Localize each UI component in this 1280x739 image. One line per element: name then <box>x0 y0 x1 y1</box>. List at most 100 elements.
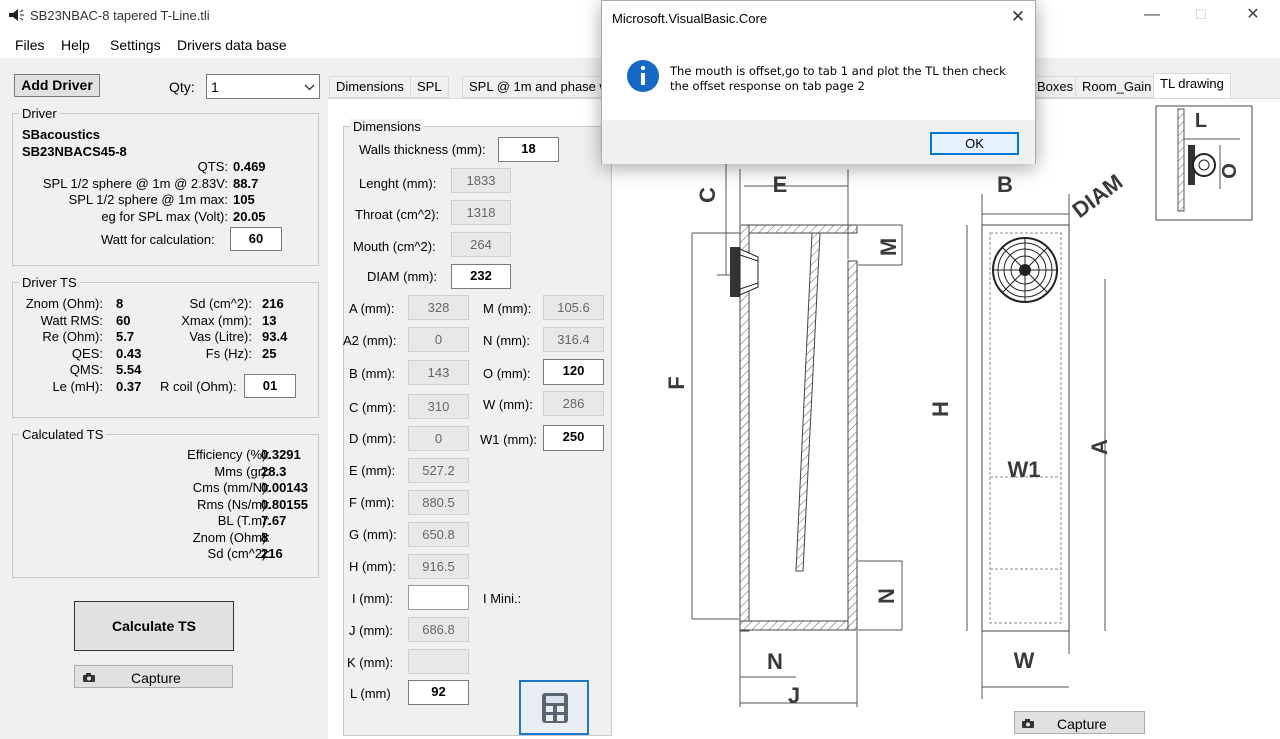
dim-k-label: K (mm): <box>347 655 394 670</box>
ts-row: Xmax (mm): 13 <box>150 313 276 330</box>
calculated-ts-group-title: Calculated TS <box>19 427 107 442</box>
qty-value: 1 <box>211 79 219 95</box>
dim-m-field: 105.6 <box>543 295 604 320</box>
tab-tl-drawing[interactable]: TL drawing <box>1153 73 1231 99</box>
calc-value: 7.67 <box>261 513 287 528</box>
tab-dimensions[interactable]: Dimensions <box>329 76 411 98</box>
ts-label: Re (Ohm): <box>42 329 103 344</box>
ts-label: Sd (cm^2): <box>189 296 252 311</box>
minimize-icon[interactable]: — <box>1137 4 1167 26</box>
dim-w1-input[interactable]: 250 <box>543 425 604 451</box>
dim-n-field: 316.4 <box>543 327 604 352</box>
calc-value: 0.00143 <box>261 480 308 495</box>
ts-row: Le (mH): 0.37 <box>20 378 141 396</box>
tab-room-gain[interactable]: Room_Gain <box>1075 76 1159 98</box>
dim-n-label: N (mm): <box>483 333 530 348</box>
dim-j-label: J (mm): <box>349 623 394 638</box>
menu-drivers-database[interactable]: Drivers data base <box>177 37 287 53</box>
ts-label: Le (mH): <box>52 378 103 394</box>
ts-row: Watt RMS: 60 <box>20 313 131 330</box>
calc-label: Cms (mm/N): <box>192 480 270 495</box>
dim-k-field <box>408 649 469 674</box>
dim-l-input[interactable]: 92 <box>408 680 469 705</box>
capture-label: Capture <box>1057 716 1107 732</box>
dialog-message-line1: The mouth is offset,go to tab 1 and plot… <box>670 64 1006 78</box>
window-title: SB23NBAC-8 tapered T-Line.tli <box>30 8 210 23</box>
calc-row: Mms (gr): 28.3 <box>20 464 310 481</box>
dim-j-field: 686.8 <box>408 617 469 642</box>
throat-field: 1318 <box>451 200 511 225</box>
throat-label: Throat (cm^2): <box>355 207 440 222</box>
calculate-ts-button[interactable]: Calculate TS <box>74 601 234 651</box>
capture-button-drawing[interactable]: Capture <box>1014 711 1145 734</box>
label-j: J <box>788 683 800 708</box>
ts-row: QES: 0.43 <box>20 345 141 363</box>
calc-row: BL (T.m): 7.67 <box>20 513 310 530</box>
dim-b-field: 143 <box>408 360 469 385</box>
dialog-close-icon[interactable]: ✕ <box>1006 6 1030 28</box>
dim-h-field: 916.5 <box>408 554 469 579</box>
mouth-label: Mouth (cm^2): <box>353 239 436 254</box>
ts-row: QMS: 5.54 <box>20 362 142 379</box>
tl-drawing: C E M F N N J B DIAM H A W1 W L O <box>664 105 1253 708</box>
menu-files[interactable]: Files <box>15 37 45 53</box>
ts-label: Znom (Ohm): <box>25 296 103 311</box>
tab-spl[interactable]: SPL <box>410 76 449 98</box>
add-driver-button[interactable]: Add Driver <box>14 74 100 97</box>
driver-group-title: Driver <box>19 106 60 121</box>
dim-o-input[interactable]: 120 <box>543 359 604 385</box>
watt-input[interactable]: 60 <box>230 227 282 251</box>
qty-select[interactable]: 1 <box>206 74 320 99</box>
dim-e-field: 527.2 <box>408 458 469 483</box>
dim-o-label: O (mm): <box>483 366 531 381</box>
ts-value: 0.43 <box>116 345 142 361</box>
spec-row: SPL 1/2 sphere @ 1m @ 2.83V: 88.7 <box>20 176 280 193</box>
dim-e-label: E (mm): <box>349 463 396 478</box>
capture-button-left[interactable]: Capture <box>74 665 233 688</box>
tab-spl-phase[interactable]: SPL @ 1m and phase w <box>462 76 605 98</box>
calc-value: 8 <box>261 529 269 545</box>
label-a: A <box>1087 439 1112 455</box>
driver-specs: QTS: 0.469 SPL 1/2 sphere @ 1m @ 2.83V: … <box>20 159 280 225</box>
dim-i-input[interactable] <box>408 585 469 610</box>
ts-value: 25 <box>262 345 277 361</box>
spec-value: 0.469 <box>233 159 266 174</box>
spec-label: SPL 1/2 sphere @ 1m max: <box>68 192 228 207</box>
dim-b-label: B (mm): <box>349 366 396 381</box>
ts-value: 93.4 <box>262 329 288 344</box>
calc-label: Efficiency (%): <box>187 447 270 462</box>
camera-icon <box>83 673 95 682</box>
ts-row: Vas (Litre): 93.4 <box>150 329 287 346</box>
dim-f-label: F (mm): <box>349 495 395 510</box>
dim-h-label: H (mm): <box>349 559 396 574</box>
close-icon[interactable]: ✕ <box>1238 4 1268 26</box>
ts-right-column: Sd (cm^2): 216 Xmax (mm): 13 Vas (Litre): 9… <box>150 296 287 362</box>
calc-value: 0.80155 <box>261 496 308 512</box>
maximize-icon[interactable]: □ <box>1186 4 1216 26</box>
speaker-driver-side <box>730 247 759 297</box>
calc-value: 216 <box>261 546 283 561</box>
ts-value: 8 <box>116 296 124 311</box>
ts-value: 0.37 <box>116 378 142 394</box>
ts-left-column: Znom (Ohm): 8 Watt RMS: 60 Re (Ohm): 5.7 QE… <box>20 296 142 396</box>
walls-input[interactable]: 18 <box>498 137 559 162</box>
spec-label: SPL 1/2 sphere @ 1m @ 2.83V: <box>42 175 228 191</box>
driver-brand: SBacoustics <box>22 127 101 142</box>
dim-a-field: 328 <box>408 295 469 320</box>
rcoil-input[interactable]: 01 <box>244 374 296 398</box>
menu-settings[interactable]: Settings <box>110 37 161 53</box>
label-f: F <box>664 376 689 389</box>
ts-label: QES: <box>71 345 103 361</box>
ok-button[interactable]: OK <box>930 132 1019 155</box>
menu-help[interactable]: Help <box>61 37 90 53</box>
label-m: M <box>876 238 901 256</box>
diam-input[interactable]: 232 <box>451 264 511 289</box>
lenght-label: Lenght (mm): <box>359 176 437 191</box>
camera-icon <box>1022 719 1034 728</box>
ts-row: Znom (Ohm): 8 <box>20 296 130 313</box>
label-b: B <box>997 172 1013 197</box>
calculator-button[interactable] <box>519 680 589 735</box>
label-o: O <box>1219 163 1241 179</box>
tab-boxes[interactable]: Boxes <box>1030 76 1081 98</box>
dim-d-label: D (mm): <box>349 431 396 446</box>
